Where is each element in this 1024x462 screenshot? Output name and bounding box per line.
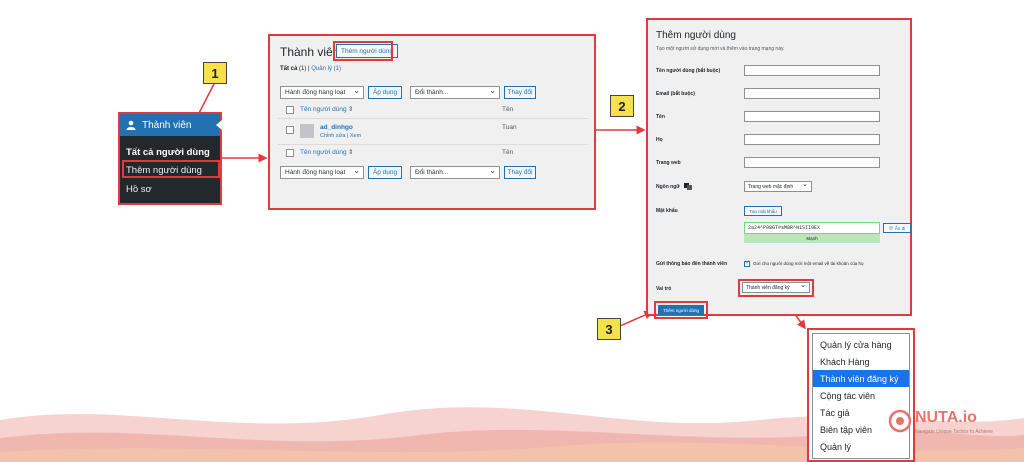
role-option[interactable]: Cộng tác viên: [813, 387, 909, 404]
role-option-selected[interactable]: Thành viên đăng ký: [813, 370, 909, 387]
hide-password-label: Ẩn đi: [894, 225, 906, 231]
translate-icon: [684, 183, 692, 190]
menu-section-users[interactable]: Thành viên: [120, 114, 222, 136]
user-row-actions[interactable]: Chỉnh sửa | Xem: [320, 133, 361, 139]
add-user-form-panel: Thêm người dùng Tạo một người sử dụng mớ…: [646, 18, 912, 316]
menu-item-profile[interactable]: Hồ sơ: [126, 184, 152, 195]
column-username-header[interactable]: Tên người dùng: [300, 106, 347, 113]
nuta-logo: NUTA.io Navigate Unique Tactics to Achie…: [888, 407, 998, 441]
first-name-label: Tên: [656, 114, 665, 120]
filter-all[interactable]: Tất cả: [280, 66, 297, 72]
website-input[interactable]: [744, 157, 880, 168]
column-name-footer: Tên: [502, 149, 514, 156]
highlight-add-new-button: [333, 41, 393, 61]
apply-button-top[interactable]: Áp dụng: [368, 86, 402, 99]
email-input[interactable]: [744, 88, 880, 99]
password-input[interactable]: 2a24^P08GT#sM8R^N1SII9EX: [744, 222, 880, 234]
role-option[interactable]: Khách Hàng: [813, 353, 909, 370]
menu-item-all-users[interactable]: Tất cả người dùng: [126, 147, 210, 158]
column-name-header: Tên: [502, 106, 514, 113]
change-button-top[interactable]: Thay đổi: [504, 86, 536, 99]
row-divider: [278, 118, 588, 119]
select-all-checkbox-bottom[interactable]: [286, 149, 294, 157]
sort-icon: ⇕: [348, 106, 354, 113]
step-badge-1: 1: [203, 62, 227, 84]
password-label: Mật khẩu: [656, 208, 678, 214]
change-role-select-top[interactable]: Đổi thành...: [410, 86, 500, 99]
logo-tagline: Navigate Unique Tactics to Achieve: [915, 429, 994, 435]
username-input[interactable]: [744, 65, 880, 76]
column-username-footer[interactable]: Tên người dùng: [300, 149, 347, 156]
change-button-bottom[interactable]: Thay đổi: [504, 166, 536, 179]
step-badge-2: 2: [610, 95, 634, 117]
role-option[interactable]: Quản lý cửa hàng: [813, 336, 909, 353]
row-divider: [278, 144, 588, 145]
user-row-name: Tuan: [502, 124, 517, 131]
filter-separator: |: [308, 66, 310, 72]
notify-text: Gửi cho người dùng mới một email về tài …: [753, 261, 864, 266]
admin-sidebar-menu: Thành viên Tất cả người dùng Thêm người …: [118, 112, 222, 205]
language-label: Ngôn ngữ: [656, 184, 680, 190]
user-role-filters: Tất cả (1) | Quản lý (1): [280, 66, 341, 72]
language-select[interactable]: Trang web mặc định: [744, 180, 812, 192]
filter-all-count: (1): [299, 66, 307, 72]
website-label: Trang web: [656, 160, 681, 166]
filter-admin-count: (1): [333, 66, 341, 72]
page-title: Thành viên: [280, 45, 340, 59]
menu-section-label: Thành viên: [142, 119, 192, 131]
notify-label: Gửi thông báo đến thành viên: [656, 261, 728, 267]
bulk-action-select-bottom[interactable]: Hành động hàng loạt: [280, 166, 364, 179]
role-dropdown-list: Quản lý cửa hàng Khách Hàng Thành viên đ…: [807, 328, 915, 462]
logo-name: NUTA.io: [915, 409, 977, 426]
email-label: Email (bắt buộc): [656, 91, 695, 97]
user-avatar: [300, 124, 314, 138]
password-strength-meter: Mạnh: [744, 234, 880, 243]
last-name-label: Họ: [656, 137, 663, 143]
current-menu-arrow-icon: [216, 120, 222, 130]
change-role-select-bottom[interactable]: Đổi thành...: [410, 166, 500, 179]
users-list-panel: Thành viên Thêm người dùng Tất cả (1) | …: [268, 34, 596, 210]
add-user-submit-button[interactable]: Thêm người dùng: [658, 305, 704, 315]
eye-slash-icon: ◎: [888, 225, 893, 230]
username-label: Tên người dùng (bắt buộc): [656, 68, 721, 74]
role-label: Vai trò: [656, 286, 672, 292]
hide-password-button[interactable]: ◎ Ẩn đi: [883, 223, 911, 233]
user-row-username[interactable]: ad_dinhgo: [320, 124, 353, 131]
user-icon: [126, 120, 136, 130]
bulk-action-select-top[interactable]: Hành động hàng loạt: [280, 86, 364, 99]
first-name-input[interactable]: [744, 111, 880, 122]
form-title: Thêm người dùng: [656, 30, 736, 41]
generate-password-button[interactable]: Tạo mật khẩu: [744, 206, 782, 216]
filter-admin[interactable]: Quản lý: [311, 66, 332, 72]
apply-button-bottom[interactable]: Áp dụng: [368, 166, 402, 179]
form-subtitle: Tạo một người sử dụng mới và thêm vào tr…: [656, 46, 785, 52]
highlight-role-select: [738, 279, 814, 297]
step-badge-3: 3: [597, 318, 621, 340]
last-name-input[interactable]: [744, 134, 880, 145]
highlight-add-user: [122, 160, 220, 178]
user-row-checkbox[interactable]: [286, 126, 294, 134]
nuta-logo-icon: [888, 409, 912, 433]
select-all-checkbox-top[interactable]: [286, 106, 294, 114]
sort-icon: ⇕: [348, 149, 354, 156]
highlight-submit-button: Thêm người dùng: [654, 301, 708, 319]
notify-checkbox[interactable]: [744, 259, 750, 267]
